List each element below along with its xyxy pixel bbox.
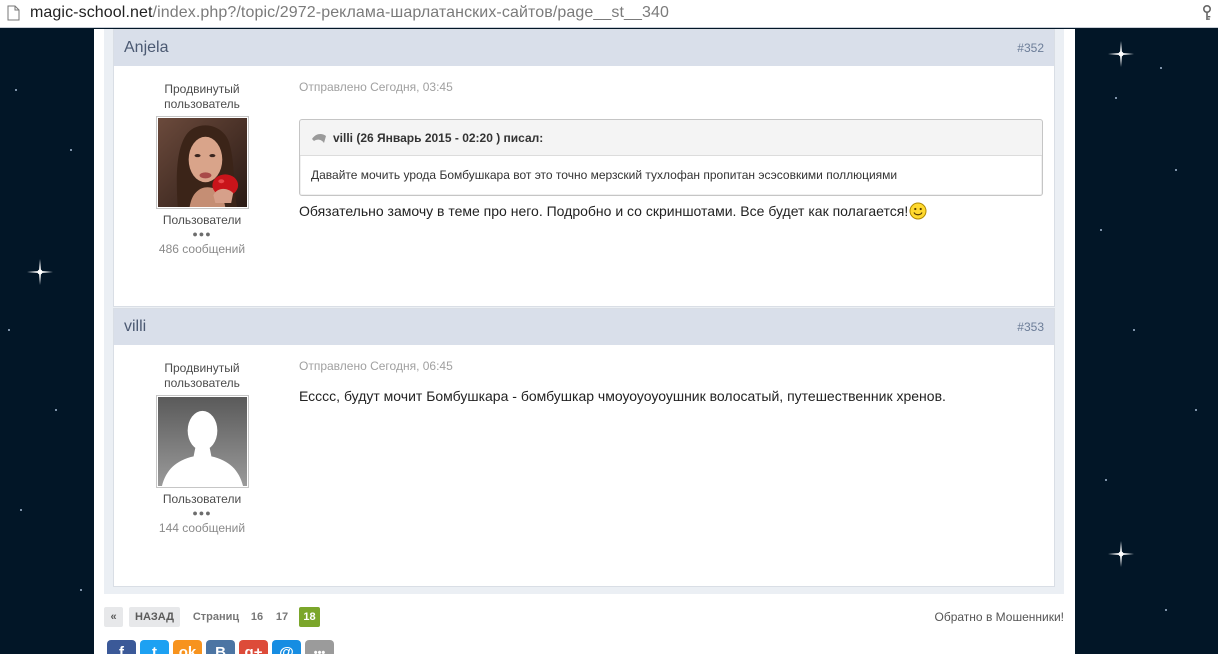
page-link-17[interactable]: 17 xyxy=(273,607,291,627)
post-header: Anjela #352 xyxy=(114,30,1054,66)
user-rank: Продвинутый пользователь xyxy=(164,361,240,390)
back-button[interactable]: НАЗАД xyxy=(129,607,180,627)
message-count: 144 сообщений xyxy=(158,521,246,535)
more-icon[interactable]: ••• xyxy=(305,640,334,654)
star-dot xyxy=(80,589,82,591)
user-info: Продвинутый пользователь Пользователи ●●… xyxy=(134,361,270,535)
star-dot xyxy=(1115,97,1117,99)
star-dot xyxy=(1160,67,1162,69)
post-body: Отправлено Сегодня, 06:45 Ессcс, будут м… xyxy=(299,359,1044,404)
mail-ru-icon[interactable]: @ xyxy=(272,640,301,654)
address-bar[interactable]: magic-school.net/index.php?/topic/2972-р… xyxy=(0,0,1218,28)
background-right xyxy=(1075,29,1218,654)
page-link-16[interactable]: 16 xyxy=(248,607,266,627)
star-dot xyxy=(1100,229,1102,231)
forum-post: Anjela #352 Продвинутый пользователь Пол… xyxy=(113,29,1055,307)
post-header: villi #353 xyxy=(114,309,1054,345)
forum-post: villi #353 Продвинутый пользователь Поль… xyxy=(113,308,1055,587)
star-dot xyxy=(1133,329,1135,331)
odnoklassniki-icon[interactable]: ok xyxy=(173,640,202,654)
user-rank: Продвинутый пользователь xyxy=(164,82,240,111)
vkontakte-icon[interactable]: B xyxy=(206,640,235,654)
url-path: /index.php?/topic/2972-реклама-шарлатанс… xyxy=(152,4,670,21)
reputation-pips: ●●● xyxy=(192,508,212,518)
reputation-pips: ●●● xyxy=(192,229,212,239)
star-dot xyxy=(1175,169,1177,171)
url-text[interactable]: magic-school.net/index.php?/topic/2972-р… xyxy=(30,4,669,22)
page-icon xyxy=(7,5,20,21)
post-number-link[interactable]: #353 xyxy=(1017,320,1044,334)
post-author[interactable]: villi xyxy=(124,318,146,336)
url-host: magic-school.net xyxy=(30,4,153,21)
post-number-link[interactable]: #352 xyxy=(1017,41,1044,55)
facebook-icon[interactable]: f xyxy=(107,640,136,654)
user-info: Продвинутый пользователь Пользователи ●●… xyxy=(134,82,270,256)
star-icon xyxy=(1108,541,1134,567)
quote-header: villi (26 Январь 2015 - 02:20 ) писал: xyxy=(300,120,1042,156)
back-to-forum-link[interactable]: Обратно в Мошенники! xyxy=(935,610,1064,624)
post-text: Обязательно замочу в теме про него. Подр… xyxy=(299,202,927,220)
star-dot xyxy=(1105,479,1107,481)
page-content: Anjela #352 Продвинутый пользователь Пол… xyxy=(94,29,1075,654)
star-dot xyxy=(8,329,10,331)
star-dot xyxy=(70,149,72,151)
post-body: Отправлено Сегодня, 03:45 villi (26 Янва… xyxy=(299,80,1044,220)
google-plus-icon[interactable]: g+ xyxy=(239,640,268,654)
user-group: Пользователи xyxy=(162,213,242,227)
quote-block: villi (26 Январь 2015 - 02:20 ) писал: Д… xyxy=(299,119,1043,196)
avatar[interactable] xyxy=(155,116,249,209)
quote-citation: villi (26 Январь 2015 - 02:20 ) писал: xyxy=(333,131,544,145)
post-text: Ессcс, будут мочит Бомбушкара - бомбушка… xyxy=(299,388,946,404)
star-dot xyxy=(15,89,17,91)
twitter-icon[interactable]: t xyxy=(140,640,169,654)
message-count: 486 сообщений xyxy=(158,242,246,256)
star-dot xyxy=(20,509,22,511)
forum-topic: Anjela #352 Продвинутый пользователь Пол… xyxy=(104,29,1064,594)
first-page-button[interactable]: « xyxy=(104,607,123,627)
avatar-placeholder[interactable] xyxy=(155,395,249,488)
background-left xyxy=(0,29,94,654)
post-author[interactable]: Anjela xyxy=(124,39,168,57)
pages-label: Страниц xyxy=(192,611,240,623)
smiley-icon xyxy=(909,202,927,220)
reply-arrow-icon xyxy=(312,134,326,143)
star-icon xyxy=(27,259,53,285)
post-date: Отправлено Сегодня, 03:45 xyxy=(299,80,453,94)
star-icon xyxy=(1108,41,1134,67)
user-group: Пользователи xyxy=(162,492,242,506)
key-icon[interactable] xyxy=(1202,5,1212,21)
star-dot xyxy=(55,409,57,411)
star-dot xyxy=(1165,609,1167,611)
current-page: 18 xyxy=(299,607,320,627)
post-date: Отправлено Сегодня, 06:45 xyxy=(299,359,453,373)
quote-text: Давайте мочить урода Бомбушкара вот это … xyxy=(311,168,898,182)
star-dot xyxy=(1195,409,1197,411)
